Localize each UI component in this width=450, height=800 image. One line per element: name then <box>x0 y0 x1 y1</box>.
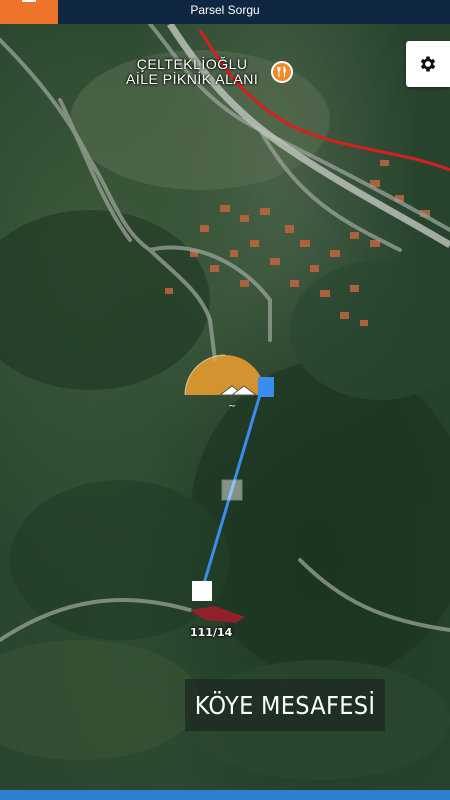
map-overlay <box>0 24 450 780</box>
poi-name-line2: AİLE PİKNİK ALANI <box>126 71 259 87</box>
gear-icon <box>420 56 436 72</box>
parcel-number-label: 111/14 <box>190 626 233 639</box>
poi-name-line1: ÇELTEKLİOĞLU <box>136 56 248 72</box>
header-bar: Parsel Sorgu <box>0 0 450 24</box>
page-title: Parsel Sorgu <box>190 3 260 17</box>
bottom-bar <box>0 790 450 800</box>
poi-name[interactable]: ÇELTEKLİOĞLU AİLE PİKNİK ALANI <box>126 57 258 87</box>
restaurant-icon[interactable] <box>271 61 293 83</box>
caption-banner: KÖYE MESAFESİ <box>185 679 385 731</box>
satellite-map[interactable]: ÇELTEKLİOĞLU AİLE PİKNİK ALANI ~ 111/14 … <box>0 24 450 790</box>
settings-button[interactable] <box>406 41 450 87</box>
distance-label: ~ <box>228 401 237 412</box>
